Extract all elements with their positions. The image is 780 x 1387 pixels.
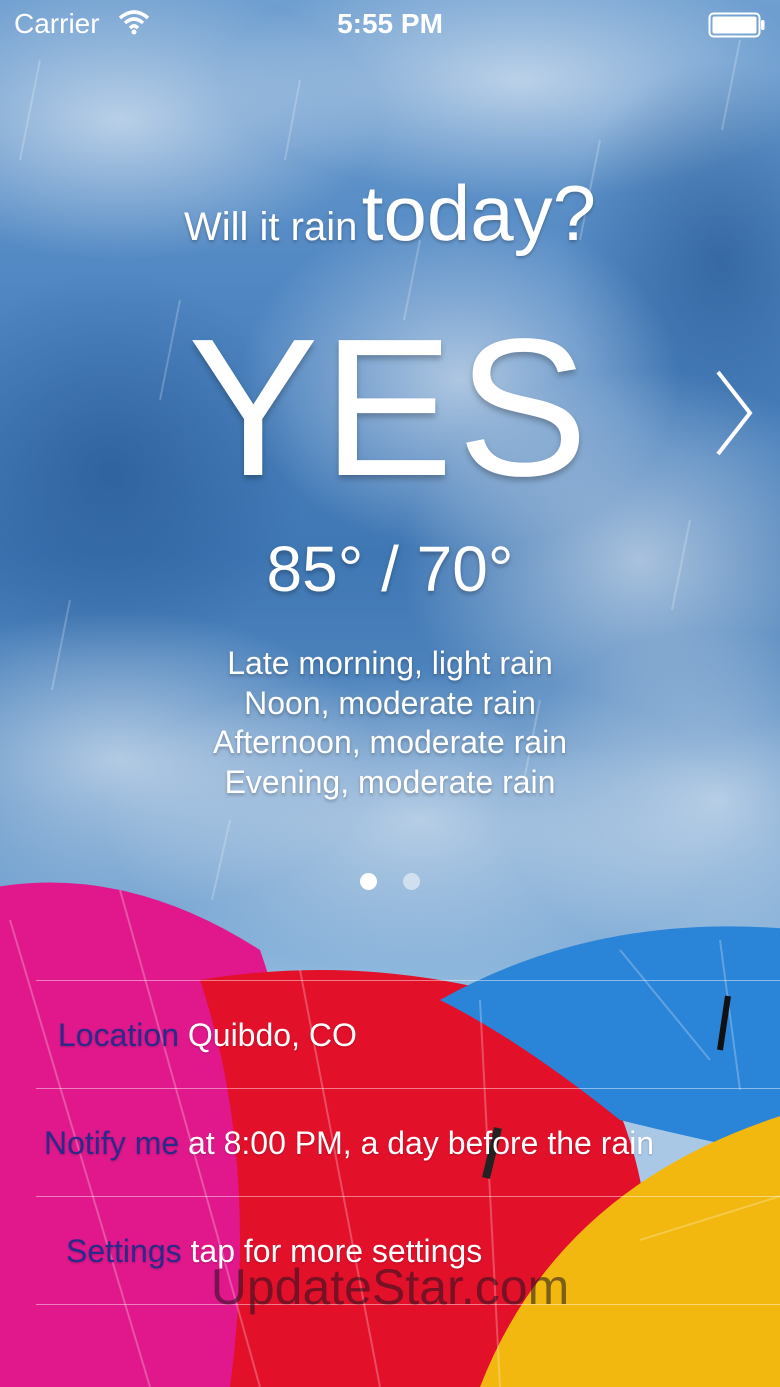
page-indicator[interactable] — [0, 873, 780, 895]
location-row[interactable]: Location Quibdo, CO — [36, 980, 780, 1088]
rain-answer: YES — [187, 298, 593, 517]
settings-list: Location Quibdo, CO Notify me at 8:00 PM… — [36, 980, 780, 1305]
notify-value: at 8:00 PM, a day before the rain — [188, 1125, 655, 1161]
temperature-range: 85° / 70° — [266, 533, 514, 605]
notify-label: Notify me — [44, 1125, 180, 1161]
question-prefix: Will it rain — [184, 205, 358, 249]
status-time: 5:55 PM — [337, 8, 443, 39]
location-value: Quibdo, CO — [187, 1017, 357, 1053]
forecast-item: Noon, moderate rain — [244, 684, 536, 721]
forecast-list: Late morning, light rain Noon, moderate … — [0, 644, 780, 802]
notify-row[interactable]: Notify me at 8:00 PM, a day before the r… — [36, 1088, 780, 1196]
chevron-right-icon[interactable] — [712, 368, 756, 458]
location-label: Location — [58, 1017, 179, 1053]
page-dot-active[interactable] — [359, 873, 377, 890]
forecast-item: Afternoon, moderate rain — [213, 724, 567, 760]
forecast-item: Late morning, light rain — [227, 645, 553, 681]
question-emphasis: today? — [361, 169, 596, 257]
rain-question: Will it rain today? — [0, 168, 780, 259]
battery-icon — [708, 12, 765, 38]
status-bar: Carrier 5:55 PM — [0, 0, 780, 50]
watermark: UpdateStar.com — [210, 1259, 570, 1315]
forecast-item: Evening, moderate rain — [224, 763, 556, 800]
page-dot[interactable] — [403, 873, 421, 890]
app-screen: Carrier 5:55 PM Will it rain today? YES … — [0, 0, 780, 1387]
